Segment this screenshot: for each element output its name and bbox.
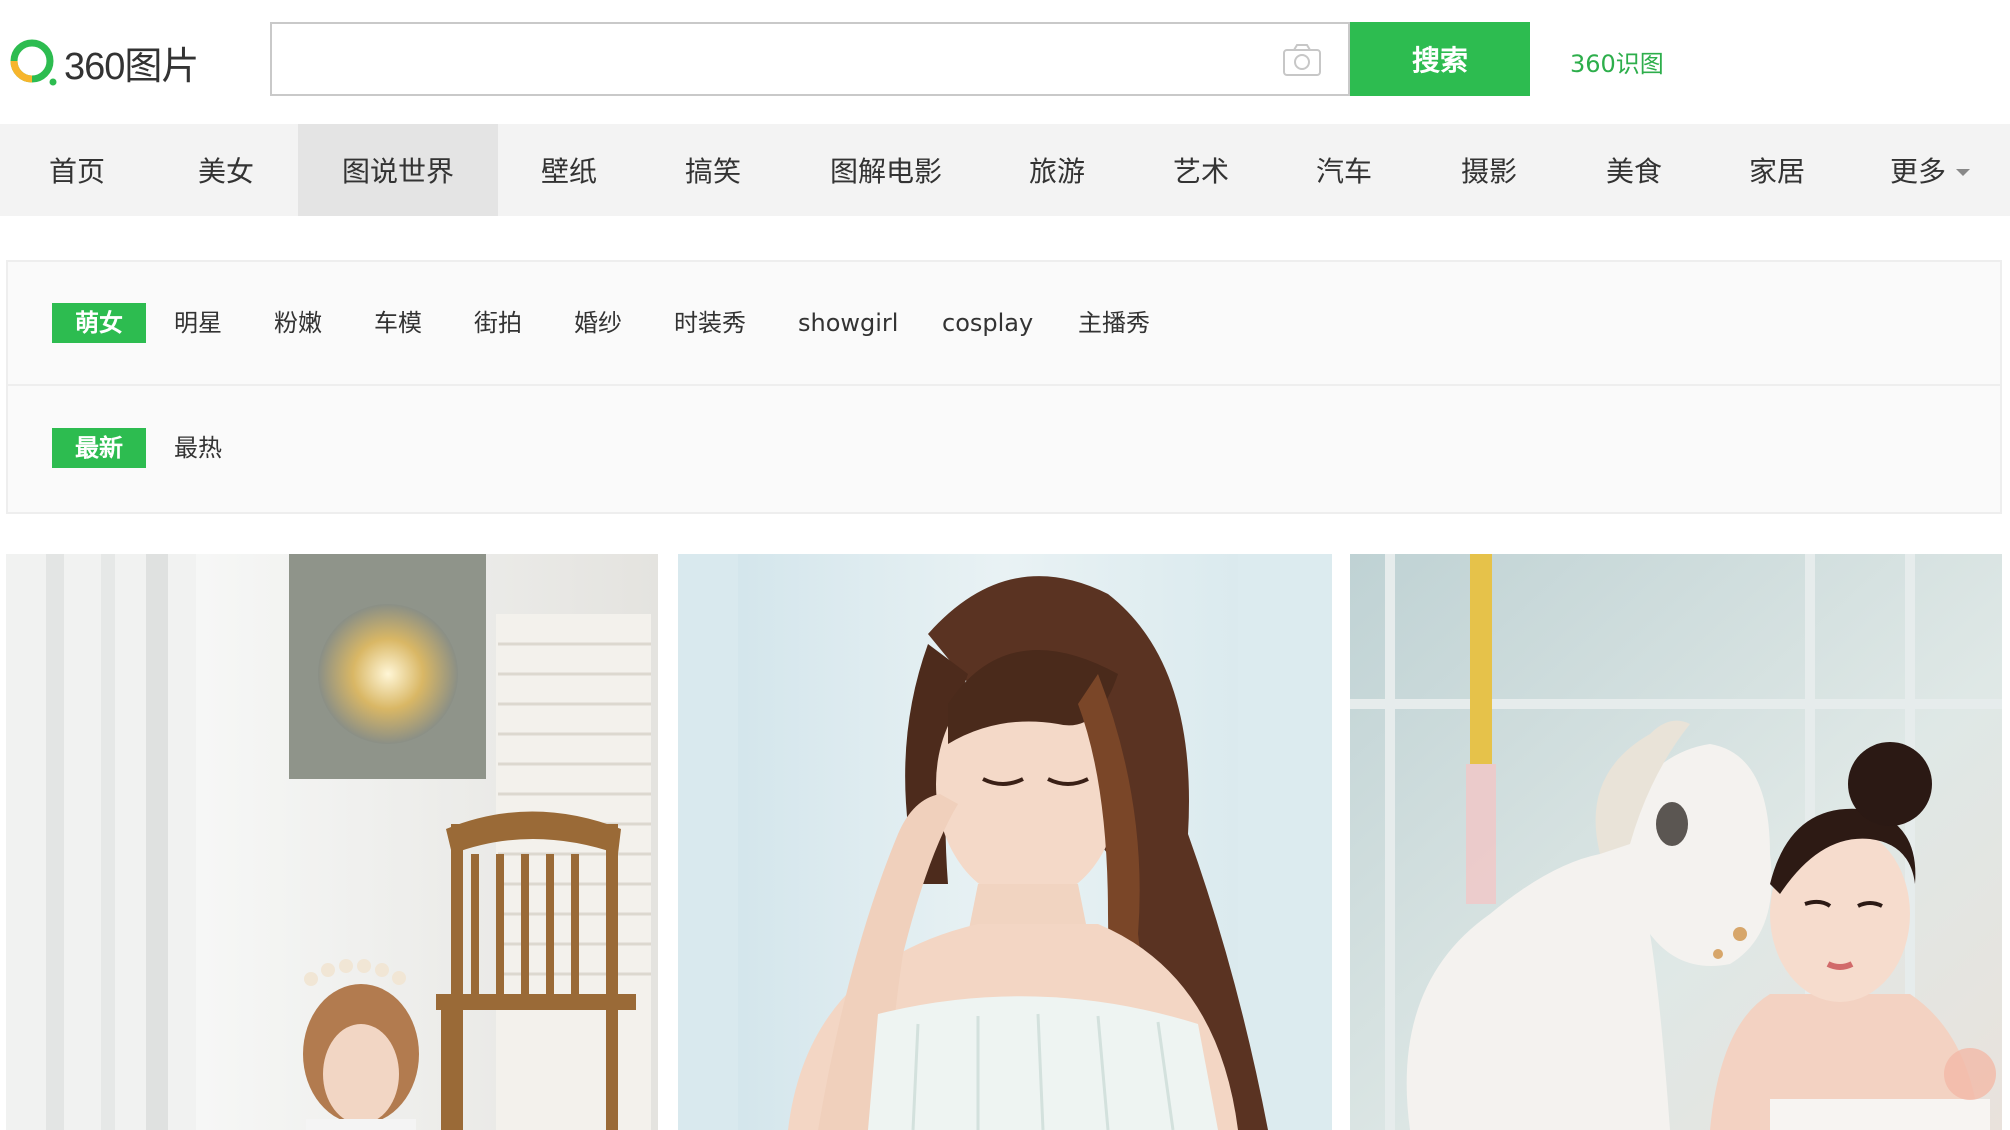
nav-item-funny[interactable]: 搞笑 — [640, 124, 786, 216]
search-box — [270, 22, 1350, 96]
nav-item-wallpaper[interactable]: 壁纸 — [498, 124, 640, 216]
photo-girl-white-dress — [678, 554, 1332, 1130]
filter-tag-cute[interactable]: 萌女 — [52, 303, 146, 343]
image-card[interactable] — [678, 554, 1332, 1130]
nav-item-photography[interactable]: 摄影 — [1414, 124, 1564, 216]
nav-item-label: 首页 — [48, 155, 105, 188]
photo-girl-chair — [6, 554, 658, 1130]
nav-item-more[interactable]: 更多 — [1850, 124, 2010, 216]
sort-tag-hottest[interactable]: 最热 — [174, 428, 222, 468]
sort-filter-row: 最新 最热 — [8, 386, 2000, 512]
image-grid — [0, 554, 2010, 1130]
nav-item-beauty[interactable]: 美女 — [154, 124, 298, 216]
nav-item-label: 家居 — [1748, 155, 1805, 188]
nav-item-car[interactable]: 汽车 — [1274, 124, 1414, 216]
nav-item-travel[interactable]: 旅游 — [986, 124, 1128, 216]
nav-item-label: 艺术 — [1172, 155, 1229, 188]
logo[interactable]: 360图片 — [8, 34, 199, 90]
nav-item-home[interactable]: 首页 — [0, 124, 154, 216]
sort-tag-newest[interactable]: 最新 — [52, 428, 146, 468]
nav-item-label: 美食 — [1605, 155, 1662, 188]
search-input[interactable] — [272, 24, 1252, 94]
filter-tag-streamer[interactable]: 主播秀 — [1078, 303, 1150, 343]
filter-tag-pink[interactable]: 粉嫩 — [274, 303, 322, 343]
image-card[interactable] — [1350, 554, 2002, 1130]
nav-item-label: 摄影 — [1460, 155, 1517, 188]
filter-tag-street[interactable]: 街拍 — [474, 303, 522, 343]
nav-item-world[interactable]: 图说世界 — [298, 124, 498, 216]
shitu-link[interactable]: 360识图 — [1570, 44, 1664, 79]
photo-girl-carousel-horse — [1350, 554, 2002, 1130]
filter-tag-cosplay[interactable]: cosplay — [942, 303, 1033, 343]
nav-item-label: 旅游 — [1028, 155, 1085, 188]
search-button[interactable]: 搜索 — [1350, 22, 1530, 96]
nav-item-movie[interactable]: 图解电影 — [786, 124, 986, 216]
nav-item-label: 壁纸 — [540, 155, 597, 188]
logo-text: 360图片 — [64, 45, 199, 88]
nav-item-art[interactable]: 艺术 — [1128, 124, 1274, 216]
filter-tag-showgirl[interactable]: showgirl — [798, 303, 898, 343]
header: 360图片 搜索 360识图 — [0, 0, 2010, 124]
nav-item-label: 美女 — [197, 155, 254, 188]
nav-item-home-decor[interactable]: 家居 — [1704, 124, 1850, 216]
nav-item-label: 图解电影 — [829, 155, 942, 188]
nav-item-label: 更多 — [1889, 155, 1946, 188]
filter-tag-car-model[interactable]: 车模 — [374, 303, 422, 343]
filter-panel: 萌女 明星 粉嫩 车模 街拍 婚纱 时装秀 showgirl cosplay 主… — [6, 260, 2002, 514]
nav-item-label: 汽车 — [1315, 155, 1372, 188]
nav-item-label: 图说世界 — [341, 155, 454, 188]
filter-tag-fashion[interactable]: 时装秀 — [674, 303, 746, 343]
nav-item-label: 搞笑 — [684, 155, 741, 188]
nav-item-food[interactable]: 美食 — [1564, 124, 1704, 216]
category-nav: 首页 美女 图说世界 壁纸 搞笑 图解电影 旅游 艺术 汽车 摄影 美食 家居 … — [0, 124, 2010, 216]
filter-tag-wedding[interactable]: 婚纱 — [574, 303, 622, 343]
caret-down-icon — [1956, 168, 1970, 176]
camera-icon[interactable] — [1282, 43, 1322, 77]
category-filter-row: 萌女 明星 粉嫩 车模 街拍 婚纱 时装秀 showgirl cosplay 主… — [8, 262, 2000, 386]
filter-tag-star[interactable]: 明星 — [174, 303, 222, 343]
image-card[interactable] — [6, 554, 658, 1130]
logo-ring-icon — [8, 37, 58, 87]
